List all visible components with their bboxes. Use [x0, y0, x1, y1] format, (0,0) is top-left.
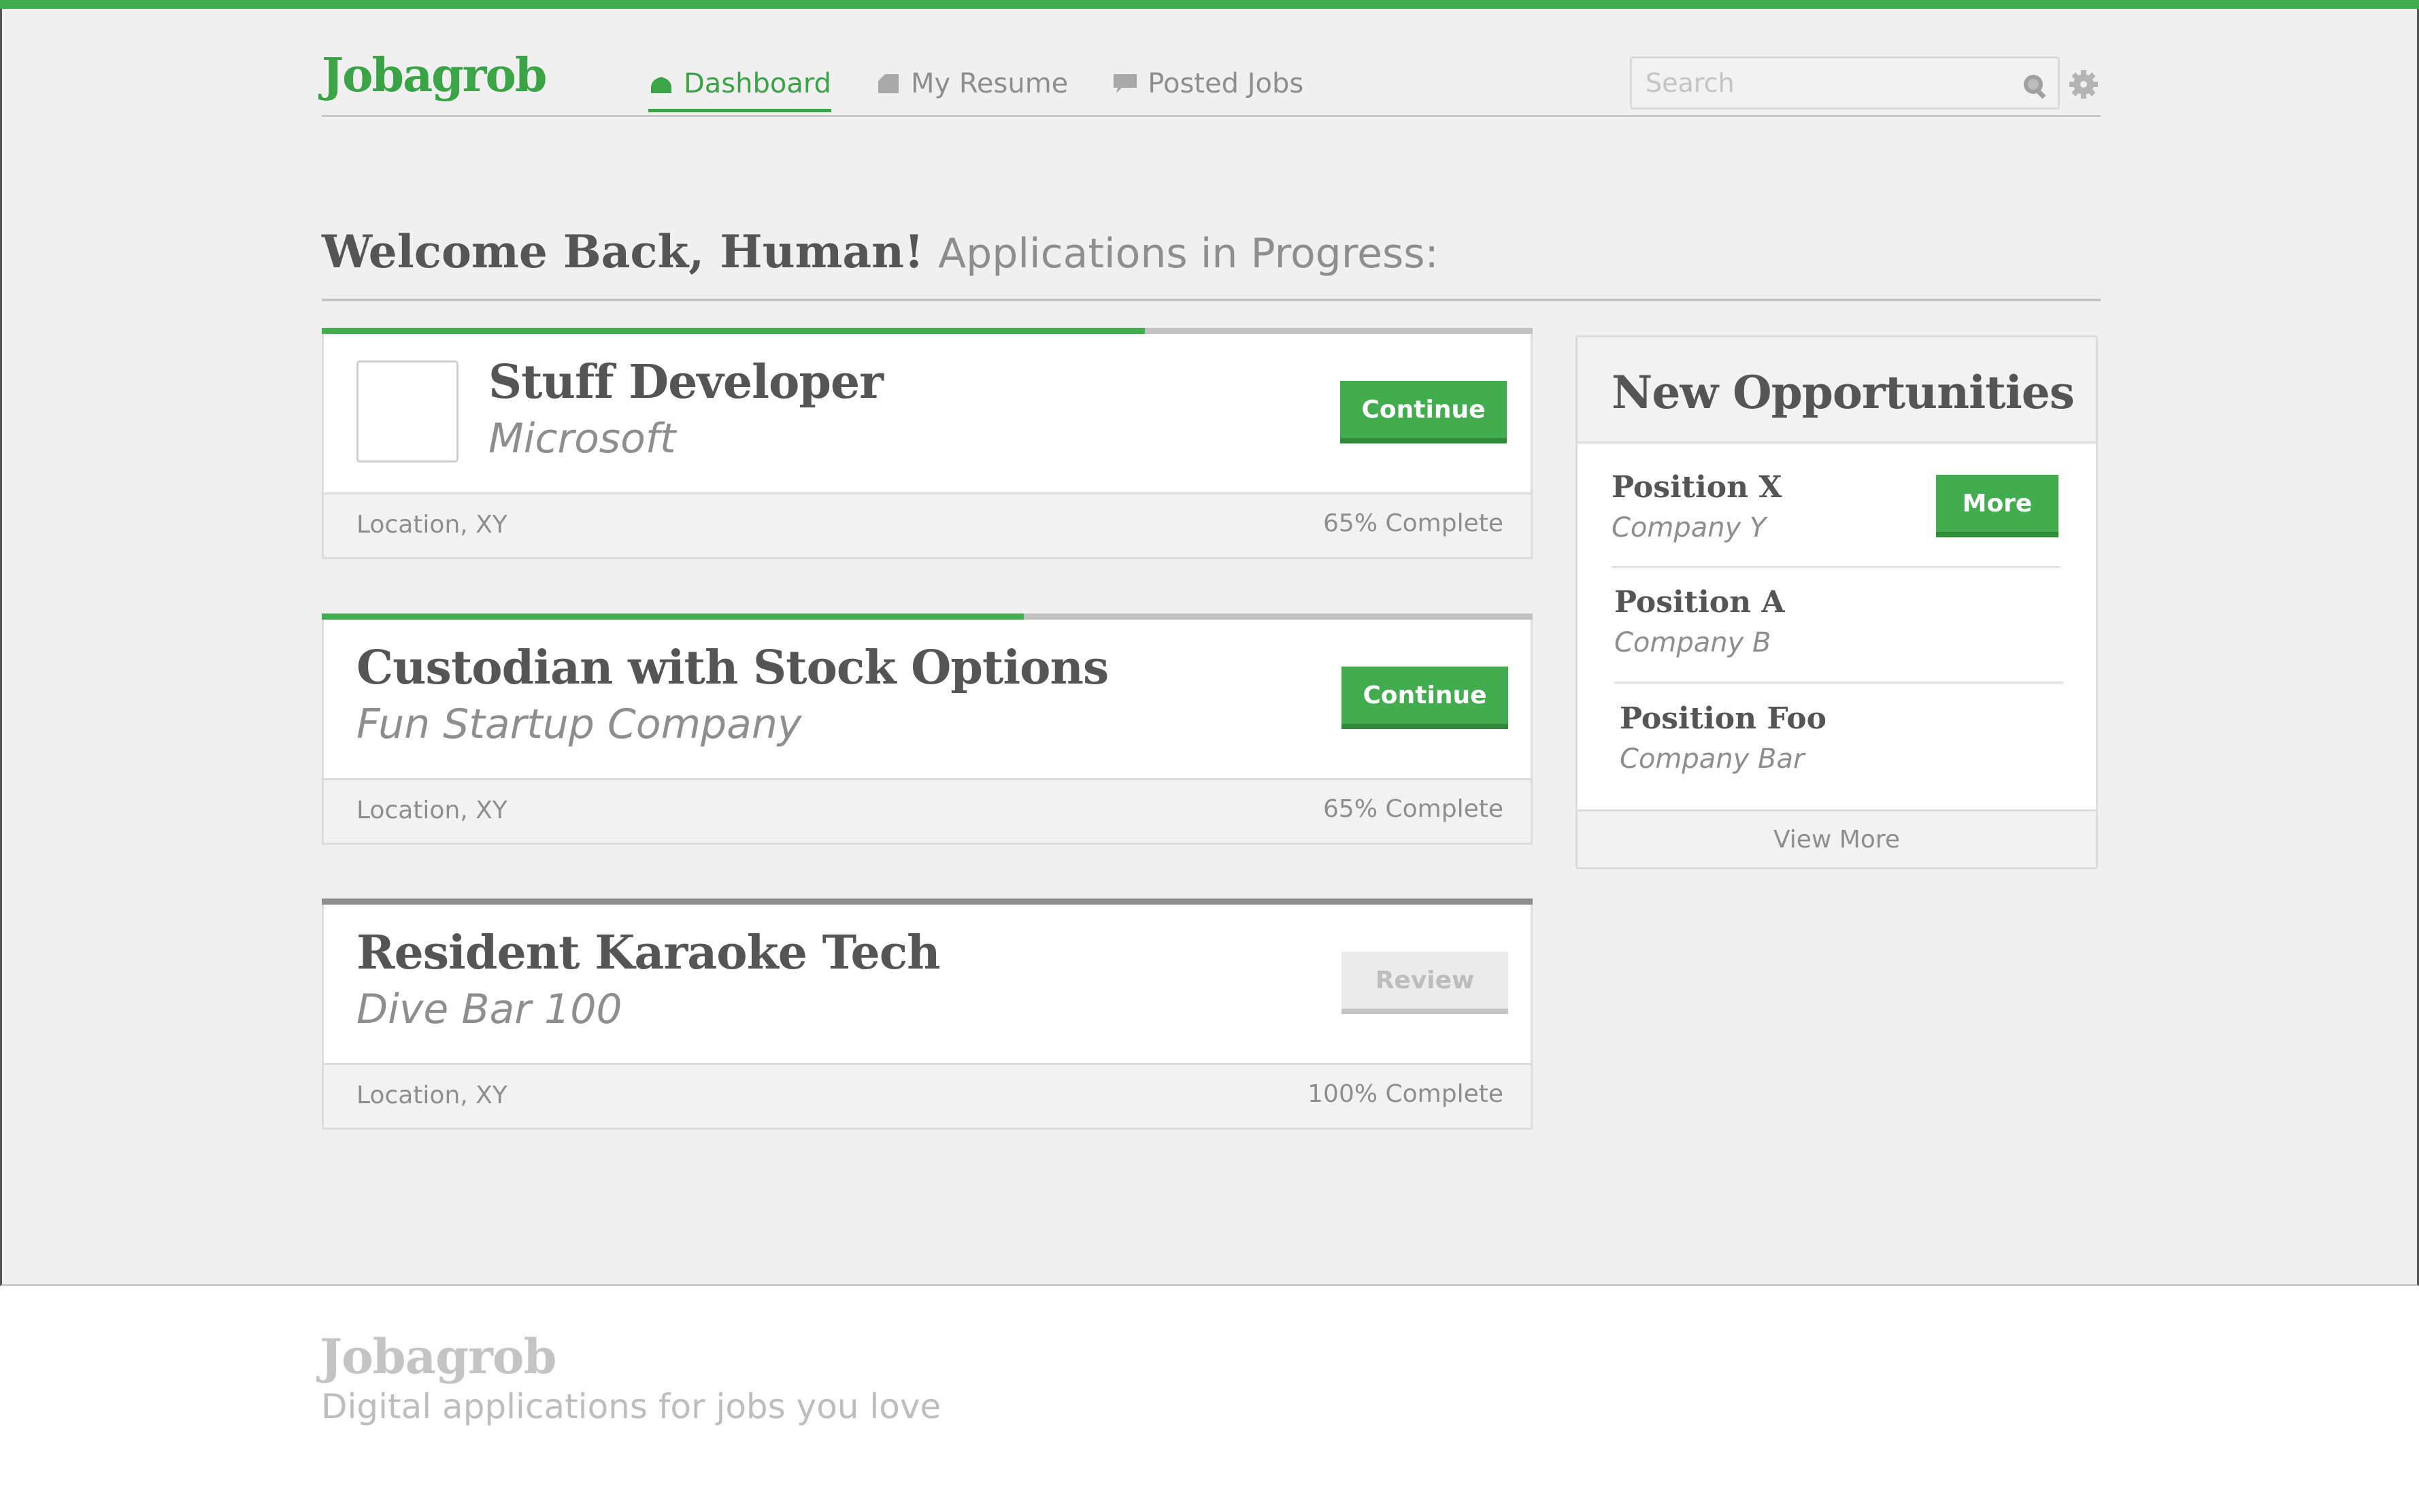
opportunity-position: Position A — [1614, 585, 1785, 620]
progress-fill — [322, 328, 1146, 334]
application-progress-bar — [322, 614, 1533, 620]
nav-dashboard-label: Dashboard — [684, 68, 832, 99]
application-card: Custodian with Stock Options Fun Startup… — [322, 614, 1533, 845]
progress-fill — [322, 898, 1533, 905]
opportunity-divider — [1614, 682, 2063, 684]
opportunity-company: Company Bar — [1620, 743, 1805, 775]
nav-posted-jobs[interactable]: Posted Jobs — [1112, 56, 1303, 111]
top-accent-bar — [0, 0, 2419, 9]
nav-my-resume-label: My Resume — [911, 68, 1069, 99]
panel-title: New Opportunities — [1612, 366, 2075, 419]
card-footer: Location, XY 65% Complete — [324, 492, 1531, 557]
more-button[interactable]: More — [1936, 475, 2058, 537]
progress-fill — [322, 614, 1024, 620]
company-name: Fun Startup Company — [356, 701, 802, 748]
welcome-heading: Welcome Back, Human! — [322, 225, 924, 278]
page-footer: Jobagrob Digital applications for jobs y… — [0, 1286, 2419, 1512]
opportunity-position: Position Foo — [1620, 701, 1826, 736]
applications-subtitle: Applications in Progress: — [938, 230, 1439, 278]
opportunity-divider — [1612, 566, 2061, 568]
opportunity-position: Position X — [1612, 470, 1782, 505]
company-name: Dive Bar 100 — [356, 986, 622, 1033]
company-logo-placeholder — [356, 360, 458, 463]
continue-button[interactable]: Continue — [1340, 381, 1507, 443]
company-name: Microsoft — [488, 415, 676, 463]
app-logo[interactable]: Jobagrob — [322, 48, 547, 103]
title-divider — [322, 299, 2101, 301]
page-title: Welcome Back, Human! Applications in Pro… — [322, 225, 1439, 278]
main-area: Jobagrob Dashboard My Resume Posted Jobs — [0, 9, 2419, 1286]
review-button[interactable]: Review — [1341, 952, 1508, 1014]
application-progress-bar — [322, 328, 1533, 334]
application-card: Stuff Developer Microsoft Continue Locat… — [322, 328, 1533, 559]
completion-status: 65% Complete — [1323, 795, 1503, 823]
job-location: Location, XY — [356, 1081, 507, 1109]
job-title[interactable]: Resident Karaoke Tech — [356, 926, 941, 980]
application-progress-bar — [322, 898, 1533, 905]
continue-button[interactable]: Continue — [1341, 667, 1508, 729]
nav-posted-jobs-label: Posted Jobs — [1148, 68, 1304, 99]
chat-bubble-icon — [1114, 74, 1137, 93]
opportunity-company: Company B — [1614, 627, 1771, 658]
card-footer: Location, XY 100% Complete — [324, 1063, 1531, 1128]
panel-header: New Opportunities — [1578, 337, 2096, 443]
nav-dashboard[interactable]: Dashboard — [648, 56, 832, 112]
view-more-link[interactable]: View More — [1578, 809, 2096, 867]
opportunity-item[interactable]: Position Foo Company Bar — [1620, 701, 2069, 817]
card-footer: Location, XY 65% Complete — [324, 778, 1531, 843]
search-icon[interactable] — [2020, 71, 2050, 101]
opportunity-company: Company Y — [1612, 512, 1767, 543]
search-box — [1630, 56, 2060, 110]
nav-my-resume[interactable]: My Resume — [875, 56, 1068, 111]
search-input[interactable] — [1646, 58, 2013, 107]
completion-status: 65% Complete — [1323, 509, 1503, 537]
header-divider — [322, 115, 2101, 117]
main-nav: Dashboard My Resume Posted Jobs — [648, 56, 1303, 118]
footer-logo[interactable]: Jobagrob — [320, 1328, 557, 1385]
cloud-icon — [651, 77, 671, 93]
job-location: Location, XY — [356, 511, 507, 539]
application-card: Resident Karaoke Tech Dive Bar 100 Revie… — [322, 898, 1533, 1130]
completion-status: 100% Complete — [1307, 1080, 1503, 1108]
gear-icon[interactable] — [2068, 69, 2099, 100]
footer-tagline: Digital applications for jobs you love — [321, 1387, 941, 1426]
document-icon — [878, 74, 899, 93]
job-title[interactable]: Custodian with Stock Options — [356, 641, 1109, 695]
new-opportunities-panel: New Opportunities Position X Company Y M… — [1575, 335, 2098, 869]
job-location: Location, XY — [356, 796, 507, 824]
job-title[interactable]: Stuff Developer — [488, 355, 884, 409]
